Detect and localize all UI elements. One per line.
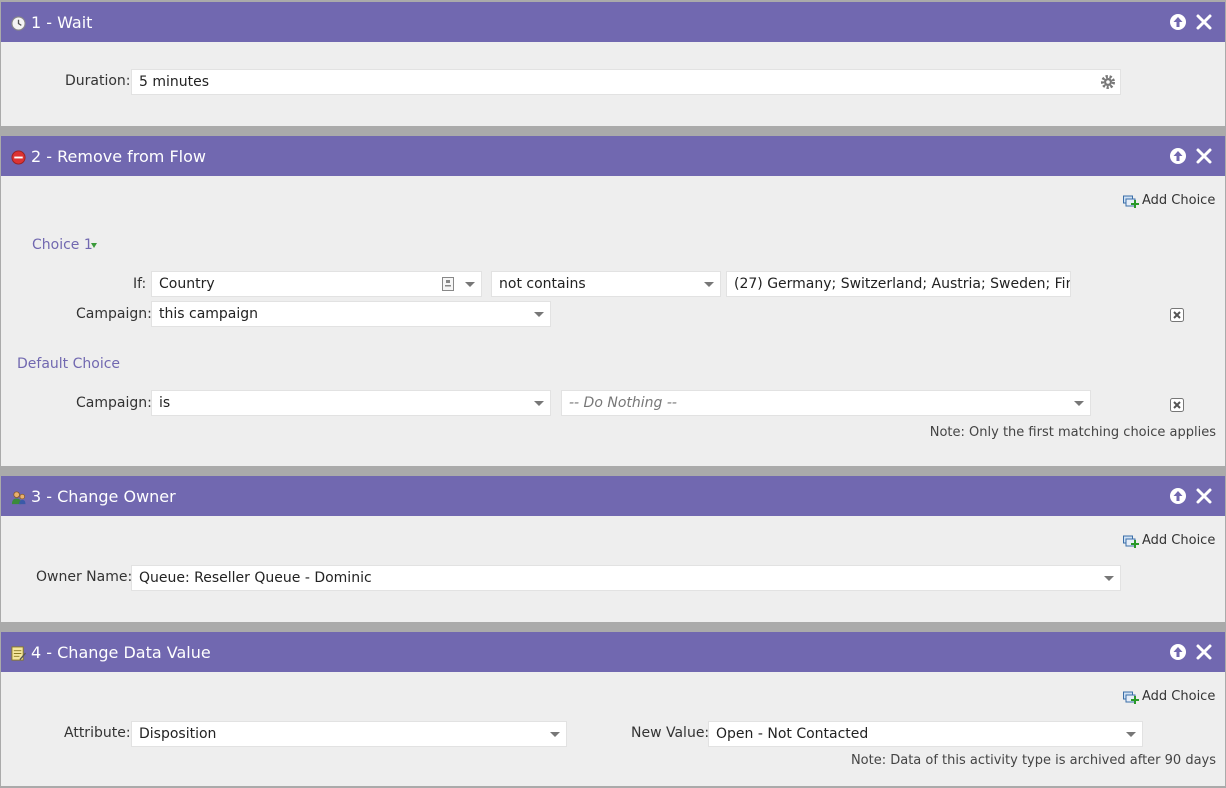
if-value-input[interactable]: (27) Germany; Switzerland; Austria; Swed… [726,271,1071,297]
step-title: 4 - Change Data Value [31,643,211,662]
step-header[interactable]: 4 - Change Data Value [1,632,1225,672]
move-up-icon[interactable] [1169,487,1187,505]
move-up-icon[interactable] [1169,147,1187,165]
if-operator-value: not contains [499,276,586,292]
chevron-down-icon [1126,732,1136,737]
close-icon[interactable] [1195,487,1213,505]
archive-note: Note: Data of this activity type is arch… [850,753,1216,768]
step-wait: 1 - Wait Duration: 5 minutes [1,2,1225,126]
step-remove-from-flow: 2 - Remove from Flow Add Choice Choice 1… [1,136,1225,466]
owner-name-select[interactable]: Queue: Reseller Queue - Dominic [131,565,1121,591]
if-value-text: (27) Germany; Switzerland; Austria; Swed… [734,276,1071,292]
close-icon[interactable] [1195,643,1213,661]
add-choice-icon [1123,195,1139,208]
campaign-value: this campaign [159,306,259,322]
duration-value: 5 minutes [139,74,210,90]
step-title: 2 - Remove from Flow [31,147,206,166]
default-choice-title[interactable]: Default Choice [17,356,120,372]
clock-icon [11,16,26,31]
add-choice-label: Add Choice [1142,689,1216,704]
chevron-down-icon [534,401,544,406]
add-choice-icon [1123,691,1139,704]
new-value-label: New Value: [631,725,710,741]
choice-1-title[interactable]: Choice 1 [32,237,93,253]
owner-name-value: Queue: Reseller Queue - Dominic [139,570,372,586]
move-up-icon[interactable] [1169,13,1187,31]
attribute-label: Attribute: [64,725,131,741]
owner-name-label: Owner Name: [36,569,133,585]
if-attribute-value: Country [159,276,215,292]
chevron-down-icon [1074,401,1084,406]
attribute-value: Disposition [139,726,217,742]
delete-choice-icon[interactable] [1170,308,1184,322]
step-change-data-value: 4 - Change Data Value Add Choice Attribu… [1,632,1225,786]
step-header[interactable]: 2 - Remove from Flow [1,136,1225,176]
step-header[interactable]: 3 - Change Owner [1,476,1225,516]
step-title: 1 - Wait [31,13,93,32]
chevron-down-icon [704,282,714,287]
move-up-icon[interactable] [1169,643,1187,661]
default-campaign-label: Campaign: [76,395,152,411]
default-action-select[interactable]: -- Do Nothing -- [561,390,1091,416]
new-value-select[interactable]: Open - Not Contacted [708,721,1143,747]
if-attribute-select[interactable]: Country [151,271,482,297]
add-choice-label: Add Choice [1142,533,1216,548]
step-change-owner: 3 - Change Owner Add Choice Owner Name: … [1,476,1225,622]
add-choice-button[interactable]: Add Choice [1123,533,1219,551]
add-choice-icon [1123,535,1139,548]
add-choice-button[interactable]: Add Choice [1123,689,1219,707]
campaign-label: Campaign: [76,306,152,322]
duration-label: Duration: [65,73,131,89]
add-choice-button[interactable]: Add Choice [1123,193,1219,211]
step-header[interactable]: 1 - Wait [1,2,1225,42]
chevron-down-icon [550,732,560,737]
field-picker-icon[interactable] [442,277,454,291]
attribute-select[interactable]: Disposition [131,721,567,747]
choice-note: Note: Only the first matching choice app… [929,425,1216,440]
chevron-down-icon [465,282,475,287]
owner-icon [11,491,26,505]
if-label: If: [133,276,147,292]
default-operator-value: is [159,395,171,411]
campaign-select[interactable]: this campaign [151,301,551,327]
default-operator-select[interactable]: is [151,390,551,416]
stop-icon [11,150,26,165]
step-title: 3 - Change Owner [31,487,176,506]
duration-field[interactable]: 5 minutes [131,69,1121,95]
close-icon[interactable] [1195,13,1213,31]
choice-expand-icon[interactable] [90,241,98,249]
if-operator-select[interactable]: not contains [491,271,721,297]
close-icon[interactable] [1195,147,1213,165]
gear-icon[interactable] [1100,74,1116,90]
data-value-icon [11,646,26,661]
delete-choice-icon[interactable] [1170,398,1184,412]
default-action-value: -- Do Nothing -- [569,395,677,411]
add-choice-label: Add Choice [1142,193,1216,208]
chevron-down-icon [534,312,544,317]
chevron-down-icon [1104,576,1114,581]
new-value-value: Open - Not Contacted [716,726,869,742]
